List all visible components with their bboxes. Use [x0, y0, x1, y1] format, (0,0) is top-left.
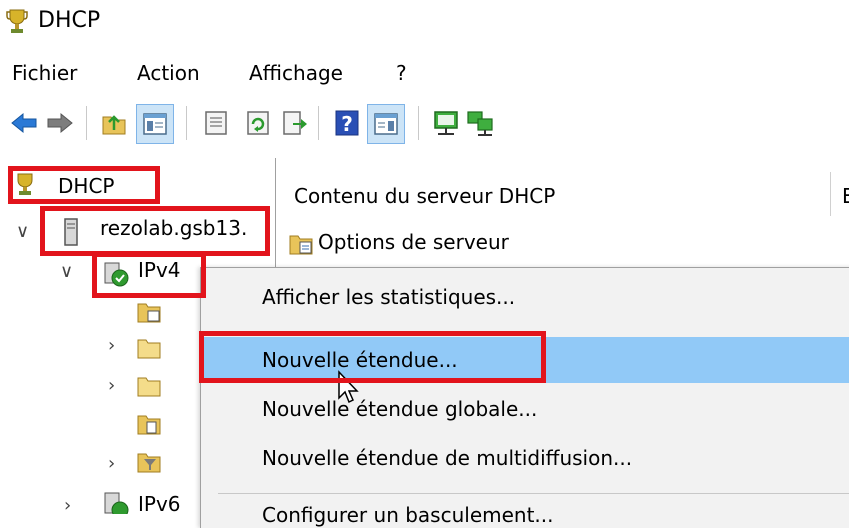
- server-options-item[interactable]: Options de serveur: [318, 230, 509, 254]
- annotation-box-dhcp: [8, 166, 160, 204]
- policies-icon: [137, 415, 161, 435]
- window-title: DHCP: [38, 8, 101, 33]
- menu-item-nouvelle-etendue-multidiffusion[interactable]: Nouvelle étendue de multidiffusion...: [262, 445, 632, 471]
- server-options-icon: [137, 303, 161, 323]
- column-divider[interactable]: [830, 172, 831, 216]
- annotation-box-server: [40, 206, 270, 256]
- menu-help[interactable]: ?: [396, 61, 407, 85]
- menu-affichage[interactable]: Affichage: [249, 61, 343, 85]
- chevron-right-icon[interactable]: ›: [108, 454, 115, 474]
- chevron-right-icon[interactable]: ›: [108, 336, 115, 356]
- server-network-icon[interactable]: [466, 108, 494, 138]
- chevron-right-icon[interactable]: ›: [108, 376, 115, 396]
- chevron-down-icon[interactable]: ∨: [60, 262, 73, 282]
- refresh-icon[interactable]: [244, 108, 272, 138]
- server-options-icon: [289, 235, 313, 255]
- chevron-down-icon[interactable]: ∨: [16, 222, 29, 242]
- folder-icon: [137, 339, 161, 359]
- export-list-icon[interactable]: [281, 108, 309, 138]
- menu-item-configurer-basculement[interactable]: Configurer un basculement...: [262, 502, 554, 528]
- chevron-right-icon[interactable]: ›: [64, 496, 71, 515]
- forward-arrow-icon[interactable]: [46, 108, 74, 138]
- menu-fichier[interactable]: Fichier: [12, 61, 77, 85]
- dhcp-trophy-icon: [6, 9, 28, 33]
- show-hide-tree-icon: [143, 113, 167, 135]
- title-bar: DHCP: [0, 0, 849, 44]
- annotation-box-ipv4: [92, 252, 206, 298]
- menu-item-nouvelle-etendue-globale[interactable]: Nouvelle étendue globale...: [262, 396, 537, 422]
- show-hide-action-pane-button[interactable]: [367, 104, 405, 144]
- folder-icon: [137, 377, 161, 397]
- filters-icon: [137, 453, 161, 473]
- svg-text:?: ?: [341, 112, 353, 136]
- column-header-next[interactable]: E: [842, 184, 849, 208]
- show-hide-action-pane-icon: [374, 113, 398, 135]
- show-hide-tree-button[interactable]: [136, 104, 174, 144]
- column-header-content[interactable]: Contenu du serveur DHCP: [294, 184, 555, 208]
- ipv6-scope-icon: [104, 492, 129, 514]
- annotation-box-nouvelle-etendue: [199, 331, 546, 383]
- properties-icon[interactable]: [202, 108, 230, 138]
- server-icon[interactable]: [432, 108, 460, 138]
- toolbar: ?: [0, 96, 849, 154]
- menu-separator: [218, 493, 849, 494]
- menu-item-statistiques[interactable]: Afficher les statistiques...: [262, 284, 515, 310]
- tree-node-ipv6[interactable]: IPv6: [138, 492, 181, 514]
- up-folder-icon[interactable]: [100, 108, 128, 138]
- back-arrow-icon[interactable]: [10, 108, 38, 138]
- menu-action[interactable]: Action: [137, 61, 200, 85]
- menu-bar: Fichier Action Affichage ?: [0, 48, 849, 92]
- help-icon[interactable]: ?: [333, 108, 361, 138]
